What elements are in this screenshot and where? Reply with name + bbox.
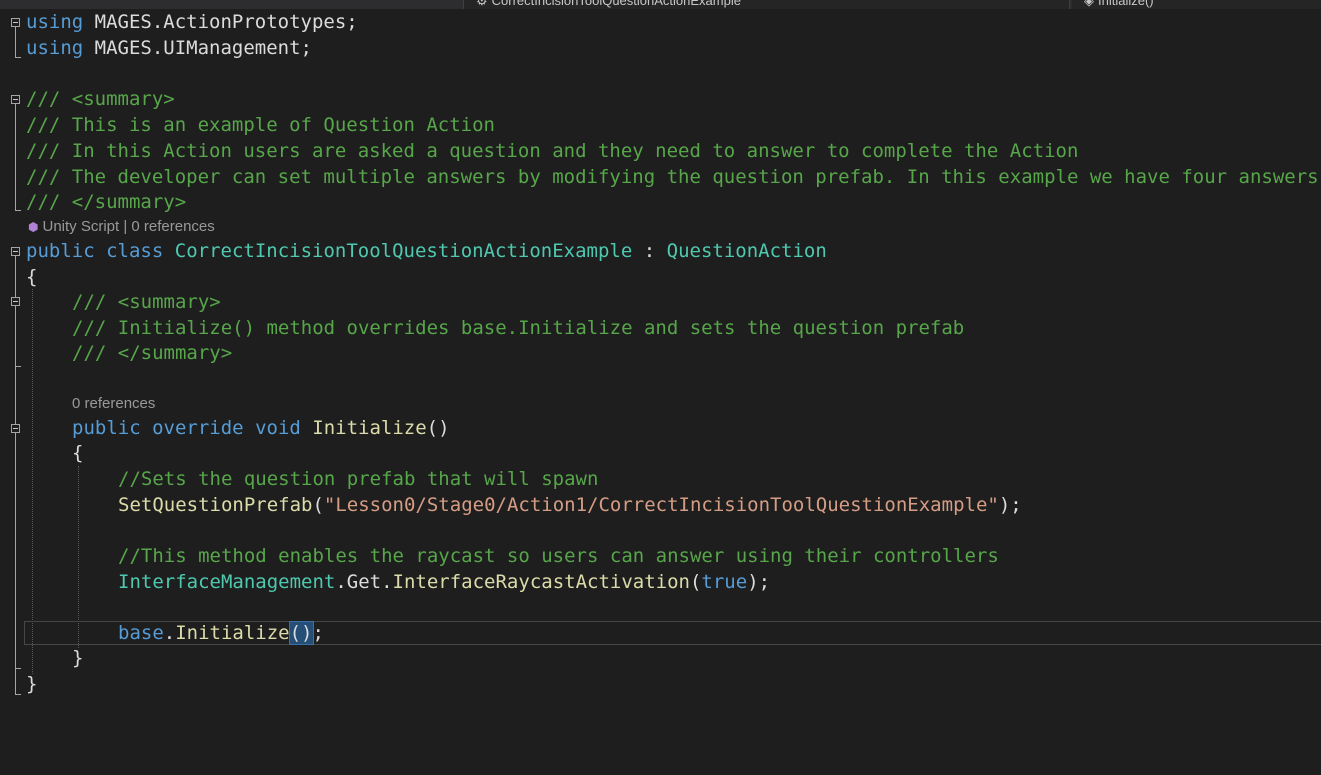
code-line-12[interactable]: /// Initialize() method overrides base.I… <box>72 318 964 338</box>
base-class-name: QuestionAction <box>666 240 827 262</box>
doc-comment: /// The developer can set multiple answe… <box>26 167 1319 187</box>
code-line-6[interactable]: /// In this Action users are asked a que… <box>26 141 1078 161</box>
keyword: class <box>106 240 164 262</box>
comment: //Sets the question prefab that will spa… <box>118 468 599 490</box>
comment: //This method enables the raycast so use… <box>118 545 999 567</box>
code-line-9[interactable]: public class CorrectIncisionToolQuestion… <box>26 241 827 261</box>
navigation-bar-member-dropdown[interactable]: ◈ Initialize() <box>1072 0 1321 9</box>
doc-comment: /// Initialize() method overrides base.I… <box>72 317 965 339</box>
doc-comment: /// </summary> <box>26 191 187 213</box>
code-line-23[interactable]: base.Initialize(); <box>118 621 324 645</box>
codelens-method-text: 0 references <box>72 395 156 412</box>
brace: { <box>26 266 38 288</box>
doc-comment: /// In this Action users are asked a que… <box>26 140 1079 162</box>
code-line-5[interactable]: /// This is an example of Question Actio… <box>26 115 495 135</box>
paren: ( <box>312 494 324 516</box>
paren: ); <box>998 494 1022 516</box>
code-line-7[interactable]: /// The developer can set multiple answe… <box>26 167 1321 187</box>
method-name: Initialize <box>312 417 427 439</box>
collapse-summary-icon[interactable] <box>11 95 20 104</box>
method-call: Initialize <box>175 622 290 644</box>
matched-parens: () <box>288 621 314 645</box>
class-name: CorrectIncisionToolQuestionActionExample <box>174 240 633 262</box>
codelens-class[interactable]: ⬢ Unity Script | 0 references <box>28 219 215 235</box>
method-call: InterfaceRaycastActivation <box>392 571 690 593</box>
outline-line <box>15 57 21 58</box>
code-line-21[interactable]: InterfaceManagement.Get.InterfaceRaycast… <box>118 572 770 592</box>
outline-line <box>15 694 21 695</box>
navigation-bar-class-dropdown[interactable]: ⚙ CorrectIncisionToolQuestionActionExampl… <box>463 0 1070 9</box>
keyword: using <box>26 11 84 33</box>
outline-line <box>15 668 21 669</box>
outline-line <box>15 210 21 211</box>
collapse-method-icon[interactable] <box>11 424 20 433</box>
code-line-24[interactable]: } <box>72 648 83 668</box>
outline-line <box>15 306 16 366</box>
code-line-15[interactable]: public override void Initialize() <box>72 418 450 438</box>
keyword: base <box>118 622 164 644</box>
code-line-4[interactable]: /// <summary> <box>26 89 175 109</box>
collapse-class-icon[interactable] <box>11 247 20 256</box>
string-literal: "Lesson0/Stage0/Action1/CorrectIncisionT… <box>323 494 999 516</box>
code-line-8[interactable]: /// </summary> <box>26 192 186 212</box>
parens: () <box>426 417 450 439</box>
code-line-11[interactable]: /// <summary> <box>72 292 221 312</box>
brace: } <box>26 673 38 695</box>
brace: { <box>72 442 84 464</box>
doc-comment: /// This is an example of Question Actio… <box>26 114 495 136</box>
paren: ( <box>689 571 702 593</box>
code-line-20[interactable]: //This method enables the raycast so use… <box>118 546 999 566</box>
code-line-10[interactable]: { <box>26 267 37 287</box>
brace: } <box>72 647 84 669</box>
doc-comment: /// </summary> <box>72 342 233 364</box>
namespace: MAGES.ActionPrototypes; <box>83 11 358 33</box>
codelens-method[interactable]: 0 references <box>72 396 155 412</box>
keyword: using <box>26 37 84 59</box>
codelens-class-text: Unity Script | 0 references <box>42 218 215 235</box>
namespace: MAGES.UIManagement; <box>83 37 312 59</box>
class-dropdown-label: CorrectIncisionToolQuestionActionExample <box>491 0 741 8</box>
keyword: override <box>152 417 244 439</box>
outline-line <box>15 366 21 367</box>
code-line-2[interactable]: using MAGES.UIManagement; <box>26 38 312 58</box>
method-icon: ◈ <box>1084 0 1094 8</box>
semicolon: ; <box>312 622 324 644</box>
outline-line <box>15 104 16 210</box>
member-access: .Get. <box>335 571 393 593</box>
doc-comment: /// <summary> <box>26 88 175 110</box>
indent-guide <box>32 289 33 674</box>
doc-comment: /// <summary> <box>72 291 221 313</box>
collapse-usings-icon[interactable] <box>11 18 20 27</box>
bool-literal: true <box>701 571 748 593</box>
code-line-13[interactable]: /// </summary> <box>72 343 232 363</box>
outline-line <box>15 433 16 668</box>
code-line-25[interactable]: } <box>26 674 37 694</box>
code-line-16[interactable]: { <box>72 443 83 463</box>
dot: . <box>163 622 176 644</box>
unity-cube-icon: ⬢ <box>28 220 39 234</box>
method-call: SetQuestionPrefab <box>118 494 313 516</box>
code-line-18[interactable]: SetQuestionPrefab("Lesson0/Stage0/Action… <box>118 495 1022 515</box>
punctuation: : <box>632 240 667 262</box>
class-icon: ⚙ <box>476 0 488 8</box>
keyword: void <box>255 417 301 439</box>
paren: ); <box>747 571 771 593</box>
keyword: public <box>72 417 141 439</box>
type-name: InterfaceManagement <box>118 571 336 593</box>
keyword: public <box>26 240 95 262</box>
collapse-method-summary-icon[interactable] <box>11 297 20 306</box>
code-line-17[interactable]: //Sets the question prefab that will spa… <box>118 469 598 489</box>
editor-tab-bar: ⚙ CorrectIncisionToolQuestionActionExampl… <box>0 0 1321 9</box>
outline-line <box>15 27 16 57</box>
member-dropdown-label: Initialize() <box>1098 0 1154 8</box>
code-line-1[interactable]: using MAGES.ActionPrototypes; <box>26 12 358 32</box>
